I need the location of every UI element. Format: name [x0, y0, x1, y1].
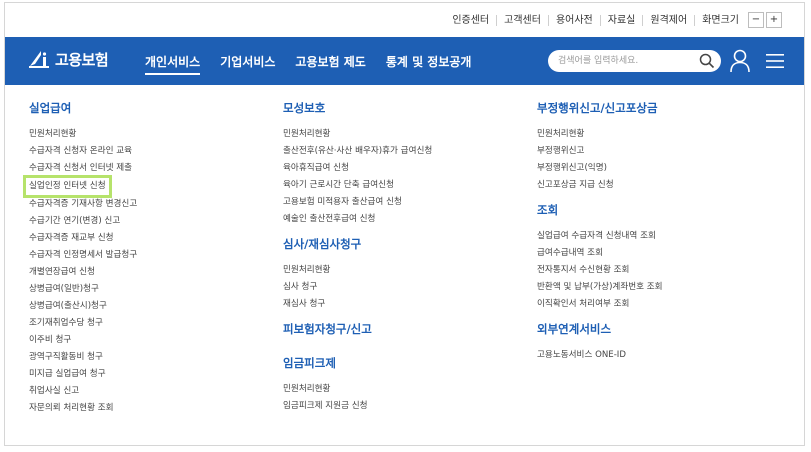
link-glossary[interactable]: 용어사전 — [547, 14, 600, 26]
menu-item[interactable]: 반환액 및 납부(가상)계좌번호 조회 — [537, 279, 663, 296]
menu-item[interactable]: 민원처리현황 — [283, 126, 432, 143]
link-remote-control[interactable]: 원격제어 — [642, 14, 694, 26]
site-logo[interactable]: 고용보험 — [27, 47, 109, 71]
menu-column-2: 모성보호 민원처리현황 출산전후(유산·사산 배우자)휴가 급여신청 육아휴직급… — [283, 101, 432, 415]
logo-mark-icon — [29, 51, 49, 68]
menu-item[interactable]: 재심사 청구 — [283, 296, 432, 313]
nav-personal-services[interactable]: 개인서비스 — [145, 53, 201, 75]
menu-item[interactable]: 광역구직활동비 청구 — [29, 349, 137, 366]
user-icon[interactable] — [729, 49, 751, 73]
menu-item[interactable]: 심사 청구 — [283, 279, 432, 296]
nav-statistics[interactable]: 통계 및 정보공개 — [386, 53, 472, 75]
link-certificate-center[interactable]: 인증센터 — [445, 15, 496, 26]
main-nav: 고용보험 개인서비스 기업서비스 고용보험 제도 통계 및 정보공개 — [5, 37, 804, 85]
menu-item[interactable]: 수급자격 신청자 온라인 교육 — [29, 143, 137, 160]
section-title-unemployment[interactable]: 실업급여 — [29, 101, 137, 116]
section-title-maternity[interactable]: 모성보호 — [283, 101, 432, 116]
zoom-out-button[interactable]: − — [748, 12, 764, 28]
menu-item[interactable]: 예술인 출산전후급여 신청 — [283, 211, 432, 228]
menu-item[interactable]: 수급자격 인정명세서 발급청구 — [29, 247, 137, 264]
section-title-fraud-report[interactable]: 부정행위신고/신고포상금 — [537, 101, 663, 116]
menu-column-1: 실업급여 민원처리현황 수급자격 신청자 온라인 교육 수급자격 신청서 인터넷… — [23, 101, 137, 417]
section-title-inquiry[interactable]: 조회 — [537, 203, 663, 218]
menu-item[interactable]: 전자통지서 수신현황 조회 — [537, 262, 663, 279]
utility-bar: 인증센터 고객센터 용어사전 자료실 원격제어 화면크기 − + — [5, 3, 804, 37]
section-title-external-services[interactable]: 외부연계서비스 — [537, 322, 663, 337]
menu-item[interactable]: 민원처리현황 — [283, 381, 432, 398]
menu-item[interactable]: 이직확인서 처리여부 조회 — [537, 296, 663, 313]
section-title-insured-claims[interactable]: 피보험자청구/신고 — [283, 322, 432, 337]
screen-size-label: 화면크기 — [694, 14, 746, 26]
menu-item[interactable]: 자문의뢰 처리현황 조회 — [29, 400, 137, 417]
menu-item[interactable]: 신고포상금 지급 신청 — [537, 177, 663, 194]
menu-item[interactable]: 상병급여(일반)청구 — [29, 281, 137, 298]
menu-item[interactable]: 민원처리현황 — [283, 262, 432, 279]
logo-text: 고용보험 — [55, 50, 109, 69]
menu-icon[interactable] — [765, 52, 785, 70]
menu-item-highlighted[interactable]: 실업인정 인터넷 신청 — [23, 175, 112, 198]
page-frame: 인증센터 고객센터 용어사전 자료실 원격제어 화면크기 − + 고용보험 개인… — [4, 2, 805, 446]
menu-item[interactable]: 부정행위신고(익명) — [537, 160, 663, 177]
menu-item[interactable]: 수급자격증 재교부 신청 — [29, 230, 137, 247]
menu-item[interactable]: 육아기 근로시간 단축 급여신청 — [283, 177, 432, 194]
utility-links: 인증센터 고객센터 용어사전 자료실 원격제어 화면크기 − + — [445, 12, 782, 28]
search-input[interactable] — [558, 53, 688, 69]
section-title-review-appeal[interactable]: 심사/재심사청구 — [283, 237, 432, 252]
menu-item[interactable]: 급여수급내역 조회 — [537, 245, 663, 262]
link-resources[interactable]: 자료실 — [599, 14, 643, 26]
menu-item[interactable]: 수급기간 연기(변경) 신고 — [29, 213, 137, 230]
menu-item[interactable]: 민원처리현황 — [537, 126, 663, 143]
section-title-wage-peak[interactable]: 임금피크제 — [283, 356, 432, 371]
nav-business-services[interactable]: 기업서비스 — [220, 53, 275, 75]
menu-item[interactable]: 개별연장급여 신청 — [29, 264, 137, 281]
menu-item[interactable]: 조기재취업수당 청구 — [29, 315, 137, 332]
nav-insurance-system[interactable]: 고용보험 제도 — [295, 53, 365, 75]
nav-menu: 개인서비스 기업서비스 고용보험 제도 통계 및 정보공개 — [145, 53, 491, 75]
menu-item[interactable]: 이주비 청구 — [29, 332, 137, 349]
menu-item[interactable]: 출산전후(유산·사산 배우자)휴가 급여신청 — [283, 143, 432, 160]
search-icon[interactable] — [699, 53, 715, 69]
search-box — [548, 50, 721, 72]
link-customer-center[interactable]: 고객센터 — [496, 14, 548, 26]
menu-item[interactable]: 고용노동서비스 ONE-ID — [537, 347, 663, 364]
menu-item[interactable]: 고용보험 미적용자 출산급여 신청 — [283, 194, 432, 211]
menu-item[interactable]: 취업사실 신고 — [29, 383, 137, 400]
menu-item[interactable]: 부정행위신고 — [537, 143, 663, 160]
menu-item[interactable]: 민원처리현황 — [29, 126, 137, 143]
zoom-in-button[interactable]: + — [766, 12, 782, 28]
menu-item[interactable]: 임금피크제 지원금 신청 — [283, 398, 432, 415]
menu-item[interactable]: 미지급 실업급여 청구 — [29, 366, 137, 383]
menu-column-3: 부정행위신고/신고포상금 민원처리현황 부정행위신고 부정행위신고(익명) 신고… — [537, 101, 663, 364]
menu-item[interactable]: 실업급여 수급자격 신청내역 조회 — [537, 228, 663, 245]
menu-item[interactable]: 육아휴직급여 신청 — [283, 160, 432, 177]
menu-item[interactable]: 상병급여(출산시)청구 — [29, 298, 137, 315]
menu-item[interactable]: 수급자격증 기재사항 변경신고 — [29, 196, 137, 213]
